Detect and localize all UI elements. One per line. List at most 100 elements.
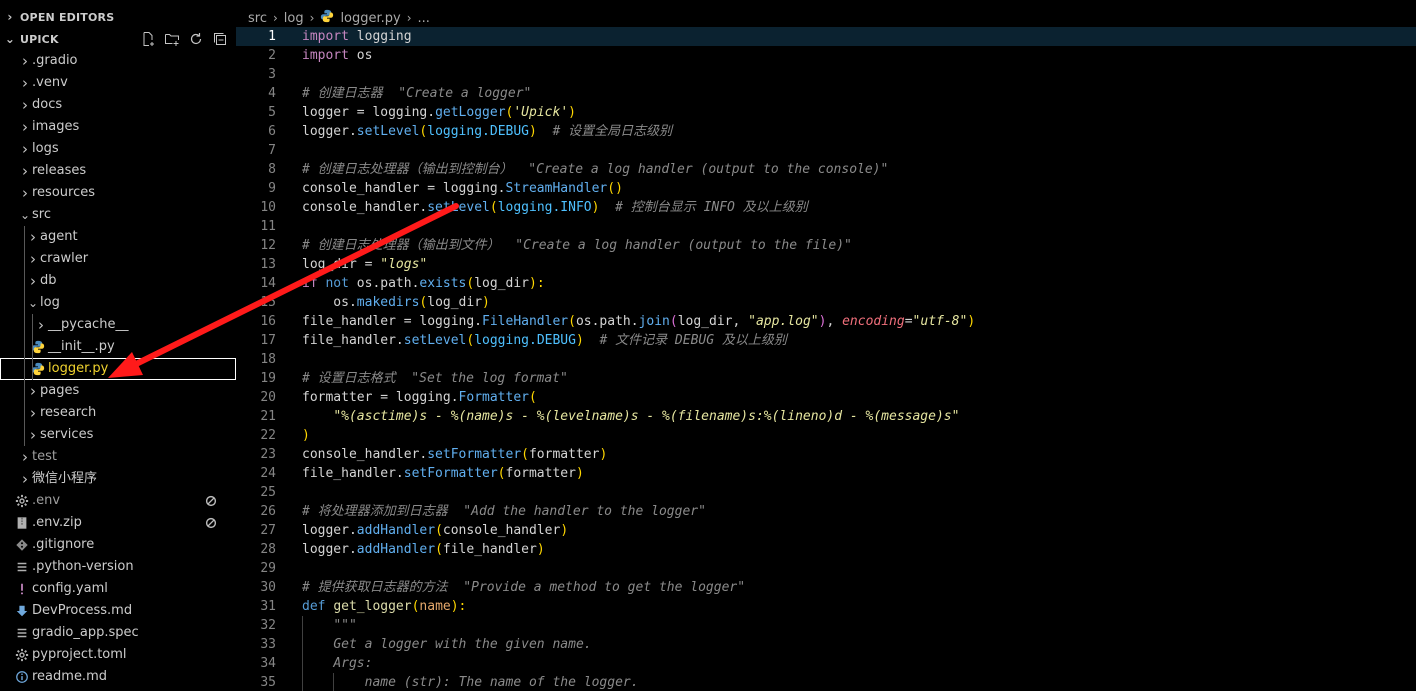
code-line[interactable]: 6 logger.setLevel(logging.DEBUG) # 设置全局日志…: [236, 122, 1416, 141]
code-line[interactable]: 16 file_handler = logging.FileHandler(os.…: [236, 312, 1416, 331]
code-line[interactable]: 3: [236, 65, 1416, 84]
line-number: 10: [260, 200, 276, 215]
code-line[interactable]: 35 name (str): The name of the logger.: [236, 673, 1416, 691]
line-number: 28: [260, 542, 276, 557]
chevron-right-icon: ›: [22, 140, 28, 158]
code-line[interactable]: 14 if not os.path.exists(log_dir):: [236, 274, 1416, 293]
code-line[interactable]: 25: [236, 483, 1416, 502]
tree-folder-pages[interactable]: › pages: [0, 380, 236, 402]
tree-folder-docs[interactable]: › docs: [0, 94, 236, 116]
line-number: 19: [260, 371, 276, 386]
tree-folder-images[interactable]: › images: [0, 116, 236, 138]
code-text: # 创建日志处理器（输出到文件） "Create a log handler (…: [302, 236, 852, 255]
code-line[interactable]: 27 logger.addHandler(console_handler): [236, 521, 1416, 540]
code-line[interactable]: 20 formatter = logging.Formatter(: [236, 388, 1416, 407]
breadcrumb-item-symbols[interactable]: ...: [418, 11, 430, 26]
tree-file-readme-md[interactable]: readme.md: [0, 666, 236, 688]
tree-folder-test[interactable]: › test: [0, 446, 236, 468]
code-line[interactable]: 13 log_dir = "logs": [236, 255, 1416, 274]
code-line[interactable]: 22): [236, 426, 1416, 445]
tree-file-python-version[interactable]: .python-version: [0, 556, 236, 578]
tree-folder-wechat-miniprogram[interactable]: › 微信小程序: [0, 468, 236, 490]
new-folder-icon[interactable]: [162, 29, 182, 49]
new-file-icon[interactable]: [138, 29, 158, 49]
collapse-all-icon[interactable]: [210, 29, 230, 49]
code-token: # 创建日志处理器（输出到控制台） "Create a log handler …: [302, 162, 889, 177]
tree-file-init-py[interactable]: __init__.py: [0, 336, 236, 358]
tree-folder-pycache[interactable]: › __pycache__: [0, 314, 236, 336]
tree-folder-log[interactable]: ⌄ log: [0, 292, 236, 314]
line-number: 20: [260, 390, 276, 405]
code-line[interactable]: 33 Get a logger with the given name.: [236, 635, 1416, 654]
code-line[interactable]: 7: [236, 141, 1416, 160]
tree-folder-releases[interactable]: › releases: [0, 160, 236, 182]
code-token: console_handler = logging.: [302, 181, 506, 196]
code-text: os.makedirs(log_dir): [302, 293, 490, 312]
code-line[interactable]: 31 def get_logger(name):: [236, 597, 1416, 616]
indent-guide: [32, 314, 33, 380]
tree-folder-resources[interactable]: › resources: [0, 182, 236, 204]
code-line[interactable]: 10 console_handler.setLevel(logging.INFO)…: [236, 198, 1416, 217]
code-line[interactable]: 18: [236, 350, 1416, 369]
code-line[interactable]: 28 logger.addHandler(file_handler): [236, 540, 1416, 559]
python-file-icon: [320, 9, 334, 27]
tree-folder-research[interactable]: › research: [0, 402, 236, 424]
tree-file-gitignore[interactable]: .gitignore: [0, 534, 236, 556]
code-token: "utf-8": [912, 314, 968, 329]
tree-file-gradio-app-spec[interactable]: gradio_app.spec: [0, 622, 236, 644]
tree-folder-services[interactable]: › services: [0, 424, 236, 446]
code-line[interactable]: 23 console_handler.setFormatter(formatter…: [236, 445, 1416, 464]
chevron-right-icon: ›: [30, 382, 36, 400]
code-line[interactable]: 34 Args:: [236, 654, 1416, 673]
refresh-icon[interactable]: [186, 29, 206, 49]
code-line[interactable]: 21 "%(asctime)s - %(name)s - %(levelname…: [236, 407, 1416, 426]
code-line[interactable]: 9 console_handler = logging.StreamHandler…: [236, 179, 1416, 198]
code-line[interactable]: 15 os.makedirs(log_dir): [236, 293, 1416, 312]
line-number: 29: [260, 561, 276, 576]
code-line[interactable]: 12 # 创建日志处理器（输出到文件） "Create a log handler…: [236, 236, 1416, 255]
line-number: 18: [260, 352, 276, 367]
open-editors-header[interactable]: › OPEN EDITORS: [0, 6, 236, 28]
editor-pane: src › log › logger.py › ... 1 import logg…: [236, 0, 1416, 691]
code-token: ):: [450, 599, 467, 614]
tree-file-pyproject-toml[interactable]: pyproject.toml: [0, 644, 236, 666]
code-line[interactable]: 19 # 设置日志格式 "Set the log format": [236, 369, 1416, 388]
tree-folder-venv[interactable]: › .venv: [0, 72, 236, 94]
tree-folder-src[interactable]: ⌄ src: [0, 204, 236, 226]
code-token: (): [607, 181, 623, 196]
breadcrumb-item-log[interactable]: log: [284, 11, 304, 26]
tree-folder-db[interactable]: › db: [0, 270, 236, 292]
tree-folder-agent[interactable]: › agent: [0, 226, 236, 248]
code-text: log_dir = "logs": [302, 255, 427, 274]
tree-file-env[interactable]: .env: [0, 490, 236, 512]
tree-file-config-yaml[interactable]: config.yaml: [0, 578, 236, 600]
code-line[interactable]: 26 # 将处理器添加到日志器 "Add the handler to the l…: [236, 502, 1416, 521]
code-line[interactable]: 5 logger = logging.getLogger('Upick'): [236, 103, 1416, 122]
code-line[interactable]: 32 """: [236, 616, 1416, 635]
code-line[interactable]: 17 file_handler.setLevel(logging.DEBUG) #…: [236, 331, 1416, 350]
code-line[interactable]: 4 # 创建日志器 "Create a logger": [236, 84, 1416, 103]
code-token: setLevel: [356, 124, 420, 139]
code-token: logger.: [302, 523, 357, 538]
code-editor[interactable]: 1 import logging 2 import os 3 4 # 创建日志器 "Crea…: [236, 27, 1416, 691]
project-header[interactable]: ⌄ UPICK: [0, 28, 236, 50]
tree-folder-crawler[interactable]: › crawler: [0, 248, 236, 270]
code-line[interactable]: 11: [236, 217, 1416, 236]
code-line[interactable]: 8 # 创建日志处理器（输出到控制台） "Create a log handler…: [236, 160, 1416, 179]
tree-file-env-zip[interactable]: .env.zip: [0, 512, 236, 534]
tree-file-devprocess-md[interactable]: DevProcess.md: [0, 600, 236, 622]
code-token: ): [568, 105, 576, 120]
tree-file-logger-py[interactable]: logger.py: [0, 358, 236, 380]
ignored-icon: [204, 494, 218, 508]
line-number: 31: [260, 599, 276, 614]
code-line[interactable]: 2 import os: [236, 46, 1416, 65]
chevron-right-icon: ›: [22, 448, 28, 466]
code-line[interactable]: 1 import logging: [236, 27, 1416, 46]
tree-folder-gradio[interactable]: › .gradio: [0, 50, 236, 72]
breadcrumb-item-logger-py[interactable]: logger.py: [340, 11, 400, 26]
code-line[interactable]: 30 # 提供获取日志器的方法 "Provide a method to get …: [236, 578, 1416, 597]
code-line[interactable]: 29: [236, 559, 1416, 578]
code-line[interactable]: 24 file_handler.setFormatter(formatter): [236, 464, 1416, 483]
breadcrumb-item-src[interactable]: src: [248, 11, 267, 26]
tree-folder-logs[interactable]: › logs: [0, 138, 236, 160]
